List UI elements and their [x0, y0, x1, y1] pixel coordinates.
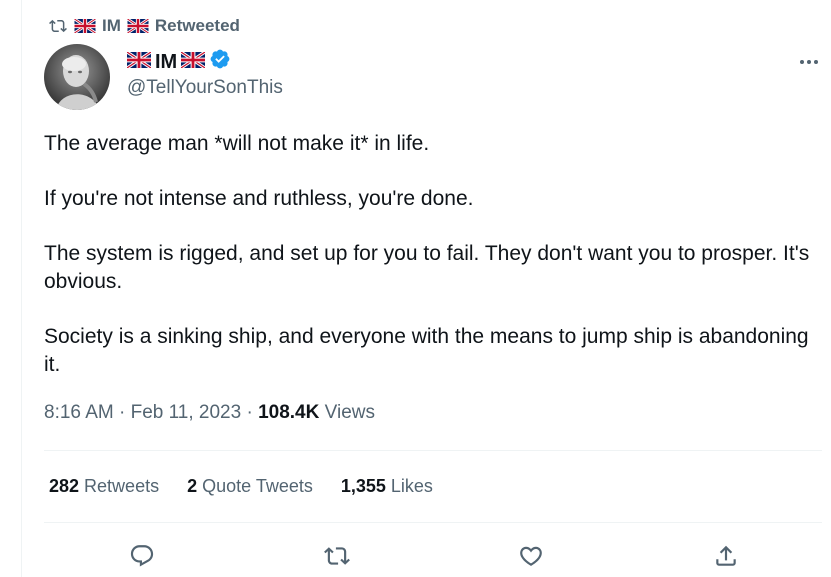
thread-rule: [21, 0, 22, 577]
divider: [44, 450, 822, 451]
author-display-name: IM: [155, 50, 178, 73]
tweet-stats: 282 Retweets 2 Quote Tweets 1,355 Likes: [49, 476, 433, 497]
uk-flag-icon: [126, 50, 152, 74]
tweet-date[interactable]: Feb 11, 2023: [131, 402, 242, 423]
views-count: 108.4K: [258, 402, 320, 423]
tweet-paragraph: Society is a sinking ship, and everyone …: [44, 325, 809, 376]
quotes-label: Quote Tweets: [202, 476, 313, 496]
action-bar: [44, 535, 822, 575]
retweet-header[interactable]: IM Retweeted: [48, 15, 240, 37]
like-icon[interactable]: [516, 541, 546, 571]
uk-flag-icon: [74, 19, 96, 33]
author-handle[interactable]: @TellYourSonThis: [127, 77, 283, 99]
tweet-text: The average man *will not make it* in li…: [44, 130, 814, 406]
meta-separator: ·: [119, 402, 126, 423]
tweet-card: IM Retweeted IM @TellYourSonThis The ave…: [0, 0, 831, 577]
retweeted-label: Retweeted: [154, 16, 240, 35]
uk-flag-icon: [126, 19, 149, 33]
tweet-paragraph: The system is rigged, and set up for you…: [44, 242, 810, 293]
retweets-stat[interactable]: 282 Retweets: [49, 476, 159, 497]
divider: [44, 522, 822, 523]
tweet-paragraph: If you're not intense and ruthless, you'…: [44, 187, 474, 210]
quotes-count: 2: [187, 476, 198, 496]
author-name-row[interactable]: IM: [126, 48, 231, 76]
meta-separator: ·: [246, 402, 253, 423]
uk-flag-icon: [180, 50, 207, 74]
share-icon[interactable]: [711, 541, 741, 571]
retweet-icon: [48, 17, 68, 35]
tweet-time[interactable]: 8:16 AM: [44, 402, 114, 423]
avatar[interactable]: [44, 44, 110, 110]
reply-icon[interactable]: [127, 541, 157, 571]
retweets-count: 282: [49, 476, 80, 496]
likes-label: Likes: [390, 476, 433, 496]
retweeter-name: IM: [102, 16, 121, 35]
quote-tweets-stat[interactable]: 2 Quote Tweets: [187, 476, 313, 497]
likes-count: 1,355: [340, 476, 386, 496]
retweet-icon[interactable]: [322, 541, 352, 571]
verified-badge-icon: [209, 48, 231, 76]
more-icon[interactable]: [796, 56, 822, 68]
tweet-meta: 8:16 AM · Feb 11, 2023 · 108.4K Views: [44, 402, 375, 424]
tweet-paragraph: The average man *will not make it* in li…: [44, 132, 430, 155]
retweets-label: Retweets: [84, 476, 160, 496]
views-label: Views: [324, 402, 375, 423]
likes-stat[interactable]: 1,355 Likes: [341, 476, 433, 497]
